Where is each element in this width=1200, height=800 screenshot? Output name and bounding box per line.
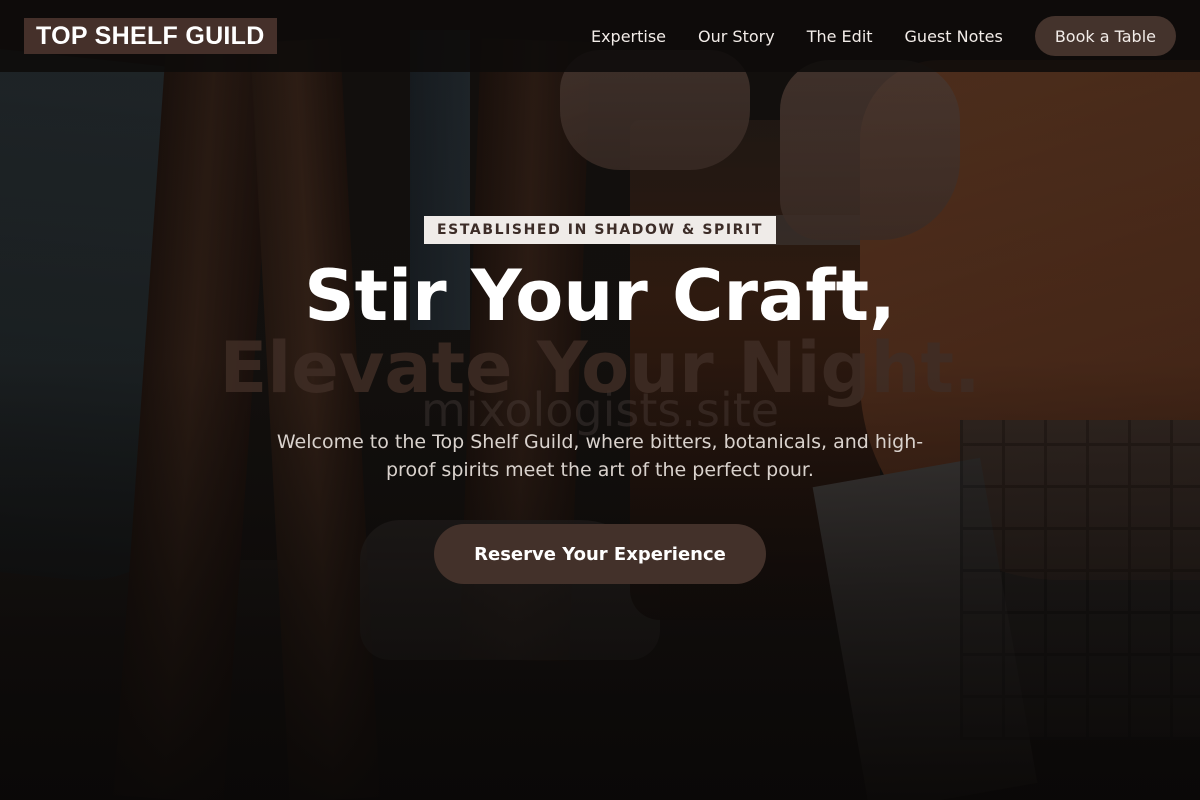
- hero-subtitle: Welcome to the Top Shelf Guild, where bi…: [276, 431, 924, 481]
- nav-link-our-story[interactable]: Our Story: [698, 27, 775, 46]
- reserve-experience-button[interactable]: Reserve Your Experience: [434, 524, 766, 584]
- book-table-button[interactable]: Book a Table: [1034, 16, 1176, 56]
- hero-headline-line-2: Elevate Your Night.: [219, 327, 981, 409]
- hero-eyebrow-badge: ESTABLISHED IN SHADOW & SPIRIT: [424, 216, 776, 244]
- hero-section: ESTABLISHED IN SHADOW & SPIRIT mixologis…: [0, 0, 1200, 800]
- nav-link-guest-notes[interactable]: Guest Notes: [905, 27, 1003, 46]
- nav-links: Expertise Our Story The Edit Guest Notes: [591, 27, 1003, 46]
- navbar: TOP SHELF GUILD Expertise Our Story The …: [0, 0, 1200, 72]
- site-logo[interactable]: TOP SHELF GUILD: [24, 18, 277, 54]
- nav-link-the-edit[interactable]: The Edit: [807, 27, 873, 46]
- nav-link-expertise[interactable]: Expertise: [591, 27, 666, 46]
